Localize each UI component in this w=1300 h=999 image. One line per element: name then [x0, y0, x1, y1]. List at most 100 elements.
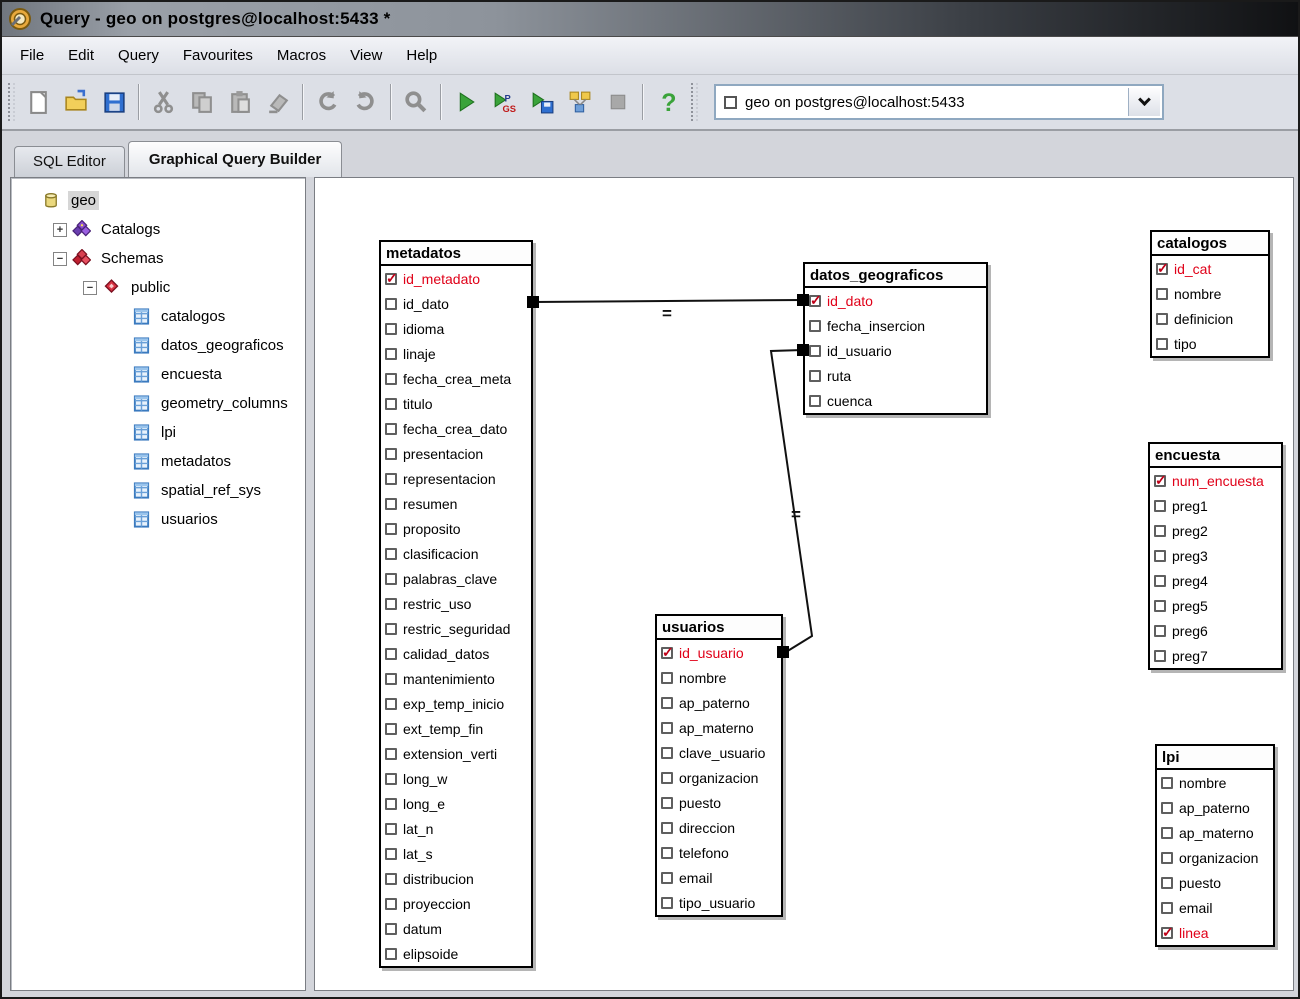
column-row-ap_paterno[interactable]: ap_paterno — [657, 690, 781, 715]
tree-item-geometry_columns[interactable]: geometry_columns — [15, 389, 301, 418]
tree-item-lpi[interactable]: lpi — [15, 418, 301, 447]
checked-checkbox-icon[interactable] — [809, 295, 821, 307]
tree-item-catalogs[interactable]: +Catalogs — [15, 215, 301, 244]
column-row-lat_n[interactable]: lat_n — [381, 816, 531, 841]
unchecked-checkbox-icon[interactable] — [385, 923, 397, 935]
unchecked-checkbox-icon[interactable] — [385, 748, 397, 760]
copy-button[interactable] — [183, 83, 221, 121]
unchecked-checkbox-icon[interactable] — [385, 498, 397, 510]
column-row-ruta[interactable]: ruta — [805, 363, 986, 388]
column-row-preg1[interactable]: preg1 — [1150, 493, 1281, 518]
toolbar-grip[interactable] — [8, 83, 15, 121]
tree-item-schemas[interactable]: −Schemas — [15, 244, 301, 273]
column-row-tipo_usuario[interactable]: tipo_usuario — [657, 890, 781, 915]
column-row-distribucion[interactable]: distribucion — [381, 866, 531, 891]
column-row-id_dato[interactable]: id_dato — [805, 288, 986, 313]
column-row-linaje[interactable]: linaje — [381, 341, 531, 366]
column-row-nombre[interactable]: nombre — [1157, 770, 1273, 795]
column-row-preg7[interactable]: preg7 — [1150, 643, 1281, 668]
column-row-id_usuario[interactable]: id_usuario — [805, 338, 986, 363]
unchecked-checkbox-icon[interactable] — [385, 423, 397, 435]
column-row-direccion[interactable]: direccion — [657, 815, 781, 840]
column-row-preg5[interactable]: preg5 — [1150, 593, 1281, 618]
column-row-calidad_datos[interactable]: calidad_datos — [381, 641, 531, 666]
column-row-id_dato[interactable]: id_dato — [381, 291, 531, 316]
execute-pgscript-button[interactable]: PGS — [485, 83, 523, 121]
unchecked-checkbox-icon[interactable] — [1161, 877, 1173, 889]
help-button[interactable]: ? — [649, 83, 687, 121]
column-row-definicion[interactable]: definicion — [1152, 306, 1268, 331]
column-row-idioma[interactable]: idioma — [381, 316, 531, 341]
menu-query[interactable]: Query — [106, 41, 171, 70]
unchecked-checkbox-icon[interactable] — [1154, 625, 1166, 637]
column-row-nombre[interactable]: nombre — [1152, 281, 1268, 306]
unchecked-checkbox-icon[interactable] — [385, 823, 397, 835]
column-row-puesto[interactable]: puesto — [1157, 870, 1273, 895]
unchecked-checkbox-icon[interactable] — [1161, 827, 1173, 839]
unchecked-checkbox-icon[interactable] — [385, 648, 397, 660]
tree-item-public[interactable]: −public — [15, 273, 301, 302]
unchecked-checkbox-icon[interactable] — [1161, 852, 1173, 864]
unchecked-checkbox-icon[interactable] — [385, 573, 397, 585]
unchecked-checkbox-icon[interactable] — [809, 370, 821, 382]
column-row-fecha_insercion[interactable]: fecha_insercion — [805, 313, 986, 338]
menu-favourites[interactable]: Favourites — [171, 41, 265, 70]
column-row-puesto[interactable]: puesto — [657, 790, 781, 815]
column-row-id_metadato[interactable]: id_metadato — [381, 266, 531, 291]
table-header[interactable]: encuesta — [1150, 444, 1281, 468]
diagram-table-datos_geograficos[interactable]: datos_geograficosid_datofecha_insercioni… — [803, 262, 988, 415]
checked-checkbox-icon[interactable] — [1154, 475, 1166, 487]
tree-item-geo[interactable]: geo — [15, 186, 301, 215]
column-row-preg6[interactable]: preg6 — [1150, 618, 1281, 643]
checked-checkbox-icon[interactable] — [385, 273, 397, 285]
checked-checkbox-icon[interactable] — [661, 647, 673, 659]
open-file-button[interactable] — [57, 83, 95, 121]
unchecked-checkbox-icon[interactable] — [385, 323, 397, 335]
unchecked-checkbox-icon[interactable] — [385, 548, 397, 560]
column-row-ap_materno[interactable]: ap_materno — [657, 715, 781, 740]
unchecked-checkbox-icon[interactable] — [661, 872, 673, 884]
unchecked-checkbox-icon[interactable] — [385, 873, 397, 885]
unchecked-checkbox-icon[interactable] — [1154, 650, 1166, 662]
unchecked-checkbox-icon[interactable] — [809, 395, 821, 407]
unchecked-checkbox-icon[interactable] — [661, 822, 673, 834]
unchecked-checkbox-icon[interactable] — [385, 398, 397, 410]
unchecked-checkbox-icon[interactable] — [1154, 525, 1166, 537]
unchecked-checkbox-icon[interactable] — [385, 473, 397, 485]
column-row-exp_temp_inicio[interactable]: exp_temp_inicio — [381, 691, 531, 716]
unchecked-checkbox-icon[interactable] — [385, 373, 397, 385]
column-row-titulo[interactable]: titulo — [381, 391, 531, 416]
unchecked-checkbox-icon[interactable] — [1154, 600, 1166, 612]
column-row-num_encuesta[interactable]: num_encuesta — [1150, 468, 1281, 493]
unchecked-checkbox-icon[interactable] — [1154, 500, 1166, 512]
tab-graphical-query-builder[interactable]: Graphical Query Builder — [128, 141, 343, 177]
unchecked-checkbox-icon[interactable] — [1154, 575, 1166, 587]
unchecked-checkbox-icon[interactable] — [385, 523, 397, 535]
tree-item-metadatos[interactable]: metadatos — [15, 447, 301, 476]
menu-macros[interactable]: Macros — [265, 41, 338, 70]
unchecked-checkbox-icon[interactable] — [385, 448, 397, 460]
table-header[interactable]: datos_geograficos — [805, 264, 986, 288]
diagram-table-metadatos[interactable]: metadatosid_metadatoid_datoidiomalinajef… — [379, 240, 533, 968]
column-row-clasificacion[interactable]: clasificacion — [381, 541, 531, 566]
menu-edit[interactable]: Edit — [56, 41, 106, 70]
tree-item-spatial_ref_sys[interactable]: spatial_ref_sys — [15, 476, 301, 505]
unchecked-checkbox-icon[interactable] — [661, 722, 673, 734]
unchecked-checkbox-icon[interactable] — [661, 897, 673, 909]
unchecked-checkbox-icon[interactable] — [385, 623, 397, 635]
new-file-button[interactable] — [19, 83, 57, 121]
execute-query-button[interactable] — [447, 83, 485, 121]
unchecked-checkbox-icon[interactable] — [1161, 777, 1173, 789]
paste-button[interactable] — [221, 83, 259, 121]
column-row-presentacion[interactable]: presentacion — [381, 441, 531, 466]
unchecked-checkbox-icon[interactable] — [385, 698, 397, 710]
column-row-email[interactable]: email — [657, 865, 781, 890]
column-row-nombre[interactable]: nombre — [657, 665, 781, 690]
column-row-proposito[interactable]: proposito — [381, 516, 531, 541]
menu-file[interactable]: File — [8, 41, 56, 70]
column-row-email[interactable]: email — [1157, 895, 1273, 920]
unchecked-checkbox-icon[interactable] — [385, 348, 397, 360]
unchecked-checkbox-icon[interactable] — [385, 673, 397, 685]
column-row-fecha_crea_meta[interactable]: fecha_crea_meta — [381, 366, 531, 391]
column-row-elipsoide[interactable]: elipsoide — [381, 941, 531, 966]
